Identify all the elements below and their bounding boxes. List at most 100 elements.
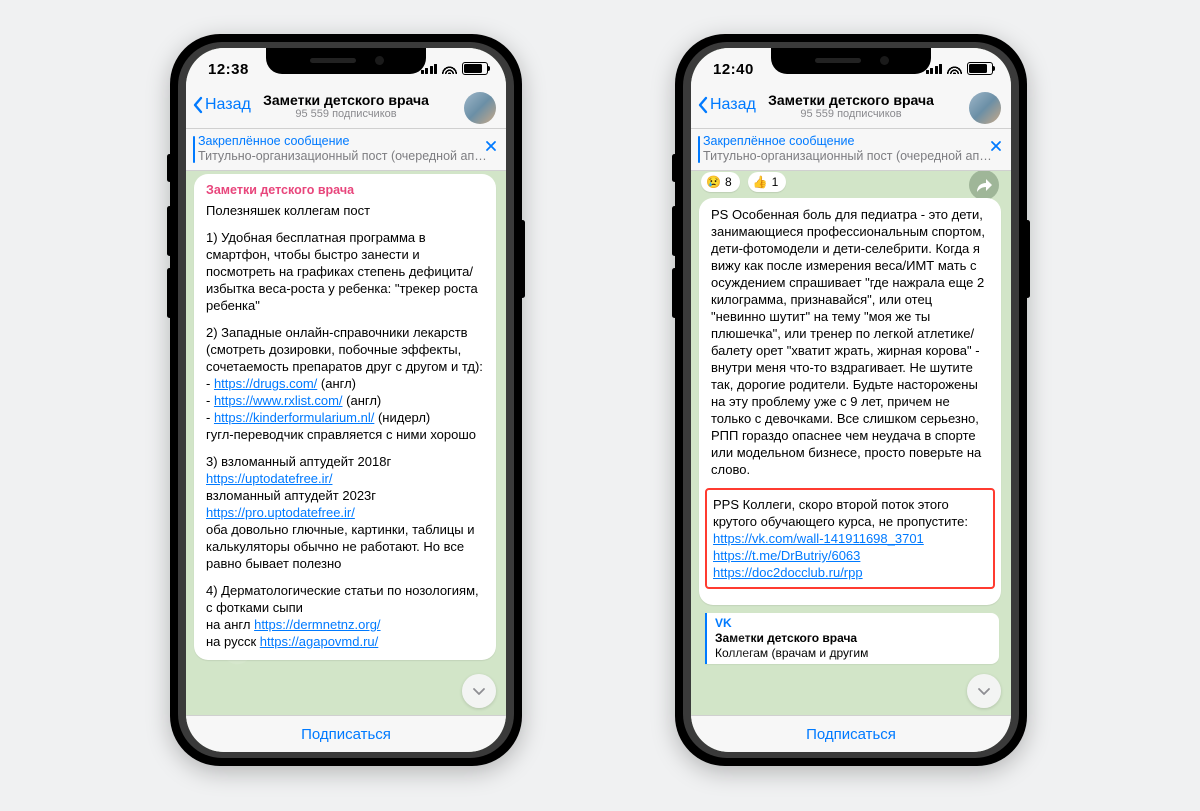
phone-power-button: [520, 220, 525, 298]
preview-title: Заметки детского врача: [715, 631, 999, 646]
back-button[interactable]: Назад: [697, 96, 756, 114]
phone-power-button: [1025, 220, 1030, 298]
pinned-label: Закреплённое сообщение: [703, 134, 1001, 149]
link-doc2doc[interactable]: https://doc2docclub.ru/rpp: [713, 565, 863, 580]
channel-avatar[interactable]: [464, 92, 496, 124]
subscribe-button[interactable]: Подписаться: [186, 715, 506, 752]
chevron-left-icon: [192, 96, 203, 114]
phone-volume-down: [167, 268, 172, 318]
link-kinderformularium[interactable]: https://kinderformularium.nl/: [214, 410, 374, 425]
pinned-preview: Титульно-организационный пост (очередной…: [198, 149, 496, 164]
chat-header: Назад Заметки детского врача 95 559 подп…: [186, 88, 506, 129]
share-button[interactable]: [969, 170, 999, 200]
screen: 12:38 Назад Заметки детского врача 95 55…: [186, 48, 506, 752]
subscribe-label: Подписаться: [301, 726, 391, 743]
link-rxlist[interactable]: https://www.rxlist.com/: [214, 393, 343, 408]
msg-pps-lead: PPS Коллеги, скоро второй поток этого кр…: [713, 497, 968, 529]
pinned-label: Закреплённое сообщение: [198, 134, 496, 149]
close-icon[interactable]: [989, 139, 1003, 153]
highlighted-section: PPS Коллеги, скоро второй поток этого кр…: [705, 488, 995, 589]
chevron-left-icon: [697, 96, 708, 114]
text: 4) Дерматологические статьи по нозология…: [206, 583, 479, 615]
battery-icon: [462, 62, 488, 75]
text: оба довольно глючные, картинки, таблицы …: [206, 522, 475, 571]
subscribe-button[interactable]: Подписаться: [691, 715, 1011, 752]
chat-area[interactable]: Заметки детского врача Полезняшек коллег…: [186, 164, 506, 716]
text: (нидерл): [374, 410, 430, 425]
chat-area[interactable]: 😢 8 👍 1 PS Особенная боль для педиатра -…: [691, 164, 1011, 716]
text: взломанный аптудейт 2023г: [206, 488, 376, 503]
battery-icon: [967, 62, 993, 75]
subscribe-label: Подписаться: [806, 726, 896, 743]
msg-section-2: 2) Западные онлайн-справочники лекарств …: [206, 324, 484, 443]
phone-volume-down: [672, 268, 677, 318]
text: 2) Западные онлайн-справочники лекарств …: [206, 325, 483, 374]
text: (англ): [317, 376, 356, 391]
message-bubble[interactable]: PS Особенная боль для педиатра - это дет…: [699, 198, 1001, 605]
link-uptodate-2023[interactable]: https://pro.uptodatefree.ir/: [206, 505, 355, 520]
link-vk-course[interactable]: https://vk.com/wall-141911698_3701: [713, 531, 924, 546]
message-author: Заметки детского врача: [206, 182, 484, 199]
scroll-to-bottom-button[interactable]: [967, 674, 1001, 708]
link-agapov[interactable]: https://agapovmd.ru/: [260, 634, 379, 649]
back-button[interactable]: Назад: [192, 96, 251, 114]
pinned-indicator-bar: [193, 136, 195, 163]
scroll-to-bottom-button[interactable]: [462, 674, 496, 708]
pinned-indicator-bar: [698, 136, 700, 163]
pinned-preview: Титульно-организационный пост (очередной…: [703, 149, 1001, 164]
status-indicators: [926, 62, 994, 75]
msg-section-3: 3) взломанный аптудейт 2018г https://upt…: [206, 453, 484, 572]
emoji-like-icon: 👍: [753, 175, 768, 189]
link-uptodate-2018[interactable]: https://uptodatefree.ir/: [206, 471, 332, 486]
wifi-icon: [947, 63, 962, 74]
reaction-count: 1: [772, 175, 779, 189]
text: на русск: [206, 634, 260, 649]
msg-intro: Полезняшек коллегам пост: [206, 202, 484, 219]
chevron-down-icon: [471, 683, 487, 699]
text: на англ: [206, 617, 254, 632]
canvas: 12:38 Назад Заметки детского врача 95 55…: [0, 0, 1200, 811]
reaction-count: 8: [725, 175, 732, 189]
preview-site: VK: [715, 616, 999, 631]
phone-right: 12:40 Назад Заметки детского врача 95 55…: [675, 34, 1027, 766]
emoji-sad-icon: 😢: [706, 175, 721, 189]
screen: 12:40 Назад Заметки детского врача 95 55…: [691, 48, 1011, 752]
phone-mute-switch: [672, 154, 677, 182]
preview-description: Коллегам (врачам и другим: [715, 646, 999, 661]
notch: [266, 48, 426, 74]
pinned-message[interactable]: Закреплённое сообщение Титульно-организа…: [186, 129, 506, 171]
status-time: 12:40: [713, 61, 754, 78]
chevron-down-icon: [976, 683, 992, 699]
link-telegram-course[interactable]: https://t.me/DrButriy/6063: [713, 548, 860, 563]
text: -: [206, 393, 214, 408]
chat-header: Назад Заметки детского врача 95 559 подп…: [691, 88, 1011, 129]
close-icon[interactable]: [484, 139, 498, 153]
text: -: [206, 376, 214, 391]
pinned-message[interactable]: Закреплённое сообщение Титульно-организа…: [691, 129, 1011, 171]
wifi-icon: [442, 63, 457, 74]
link-preview[interactable]: VK Заметки детского врача Коллегам (врач…: [705, 613, 999, 664]
text: -: [206, 410, 214, 425]
link-dermnet[interactable]: https://dermnetnz.org/: [254, 617, 380, 632]
phone-mute-switch: [167, 154, 172, 182]
msg-section-1: 1) Удобная бесплатная программа в смартф…: [206, 229, 484, 314]
reaction-like[interactable]: 👍 1: [748, 172, 787, 192]
back-label: Назад: [205, 96, 251, 114]
status-time: 12:38: [208, 61, 249, 78]
link-drugs[interactable]: https://drugs.com/: [214, 376, 317, 391]
phone-volume-up: [167, 206, 172, 256]
text: 3) взломанный аптудейт 2018г: [206, 454, 391, 469]
reaction-sad[interactable]: 😢 8: [701, 172, 740, 192]
notch: [771, 48, 931, 74]
phone-left: 12:38 Назад Заметки детского врача 95 55…: [170, 34, 522, 766]
status-indicators: [421, 62, 489, 75]
text: гугл-переводчик справляется с ними хорош…: [206, 427, 476, 442]
text: (англ): [343, 393, 382, 408]
msg-ps: PS Особенная боль для педиатра - это дет…: [711, 206, 989, 478]
msg-section-4: 4) Дерматологические статьи по нозология…: [206, 582, 484, 650]
message-bubble[interactable]: Заметки детского врача Полезняшек коллег…: [194, 174, 496, 660]
phone-volume-up: [672, 206, 677, 256]
share-icon: [976, 178, 993, 193]
channel-avatar[interactable]: [969, 92, 1001, 124]
back-label: Назад: [710, 96, 756, 114]
